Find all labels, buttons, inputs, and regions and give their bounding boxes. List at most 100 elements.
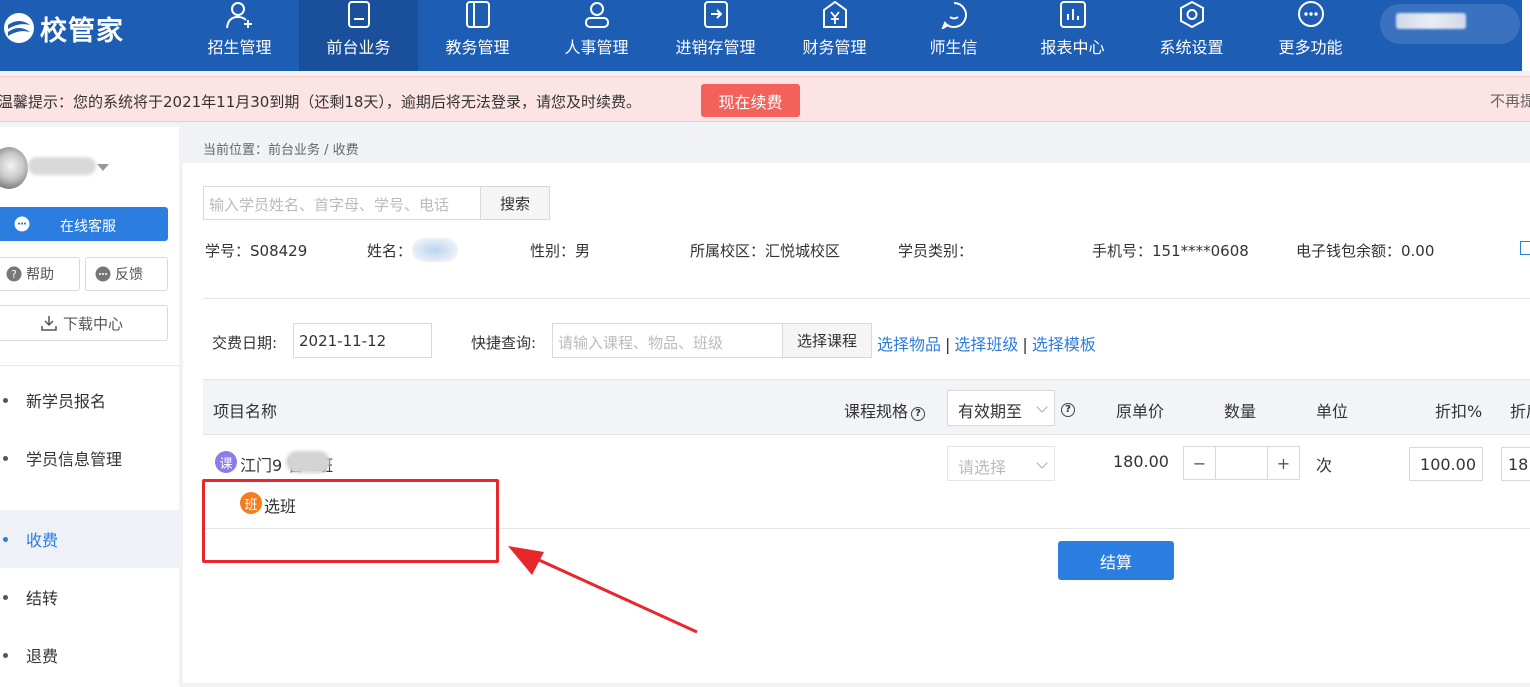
col-discount: 折扣% [1435, 402, 1483, 421]
student-phone: 手机号：151****0608 [1092, 242, 1249, 260]
help-circle-icon[interactable]: ? [911, 407, 926, 421]
online-support-button[interactable]: 在线客服 [0, 207, 168, 241]
nav-label: 报表中心 [1040, 38, 1105, 57]
validity-help: ? [1058, 398, 1075, 417]
student-name-label: 姓名： [367, 242, 413, 260]
chevron-down-icon [1036, 401, 1048, 413]
quantity-stepper[interactable]: − + [1183, 446, 1300, 480]
chevron-down-icon[interactable] [97, 164, 109, 171]
validity-select[interactable]: 有效期至 [947, 390, 1055, 426]
question-icon: ? [6, 266, 22, 282]
student-name-redacted [412, 238, 458, 262]
edit-icon[interactable] [1520, 241, 1530, 255]
col-discounted: 折后 [1510, 402, 1530, 421]
brand-name: 校管家 [40, 15, 124, 47]
increment-button[interactable]: + [1267, 447, 1299, 479]
payment-date-input[interactable]: 2021-11-12 [293, 323, 432, 358]
chat-bubble-icon [14, 216, 30, 232]
bullet [3, 455, 8, 461]
sidebar-item-label: 收费 [26, 531, 59, 550]
nav-item-front-desk[interactable]: 前台业务 [299, 0, 418, 71]
nav-label: 系统设置 [1159, 38, 1224, 57]
main-nav: 招生管理 前台业务 教务管理 人事管理 进销存管理 财务管理 师生信 报表中心 [180, 0, 1370, 71]
choose-course-button[interactable]: 选择课程 [782, 323, 872, 358]
student-campus: 所属校区：汇悦城校区 [690, 242, 841, 260]
book-icon [465, 1, 490, 28]
bullet [3, 397, 8, 403]
dismiss-notice-link[interactable]: 不再提 [1490, 90, 1530, 111]
help-circle-icon[interactable]: ? [1061, 403, 1075, 417]
nav-label: 前台业务 [326, 38, 391, 57]
sidebar-item-transfer[interactable]: 结转 [0, 568, 179, 626]
sidebar-item-label: 新学员报名 [26, 392, 107, 411]
chart-icon [1059, 1, 1086, 28]
sidebar-item-new-enrollment[interactable]: 新学员报名 [0, 371, 179, 429]
nav-item-reports[interactable]: 报表中心 [1013, 0, 1132, 71]
choose-item-link[interactable]: 选择物品 [877, 335, 941, 354]
nav-item-inventory[interactable]: 进销存管理 [656, 0, 775, 71]
sidebar-item-charge[interactable]: 收费 [0, 510, 179, 568]
nav-label: 师生信 [929, 38, 978, 57]
nav-label: 招生管理 [207, 38, 272, 57]
logo-icon [2, 11, 36, 45]
nav-item-finance[interactable]: 财务管理 [775, 0, 894, 71]
discount-input[interactable]: 100.00 [1409, 447, 1483, 481]
chat-icon [941, 2, 967, 29]
nav-item-settings[interactable]: 系统设置 [1132, 0, 1251, 71]
help-button[interactable]: ? 帮助 [0, 257, 80, 291]
items-table-header: 项目名称 课程规格? 有效期至 ? 原单价 数量 单位 折扣% 折后 [203, 379, 1530, 435]
course-spec-select[interactable]: 请选择 [947, 446, 1055, 481]
bullet [3, 652, 8, 658]
sidebar-item-refund[interactable]: 退费 [0, 626, 179, 684]
user-add-icon [225, 2, 252, 29]
quick-search-label: 快捷查询: [471, 334, 537, 352]
link-separator: | [945, 335, 951, 354]
user-name-redacted [28, 157, 96, 175]
expiry-notice-bar: 温馨提示：您的系统将于2021年11月30到期（还剩18天），逾期后将无法登录，… [0, 76, 1530, 122]
breadcrumb: 当前位置：前台业务 / 收费 [203, 143, 359, 158]
validity-select-label: 有效期至 [958, 402, 1023, 421]
choose-template-link[interactable]: 选择模板 [1032, 335, 1096, 354]
quick-search-input[interactable]: 请输入课程、物品、班级 [552, 323, 783, 358]
settle-button[interactable]: 结算 [1058, 541, 1174, 580]
highlight-box [202, 479, 499, 563]
brand-logo[interactable]: 校管家 [0, 8, 124, 48]
nav-item-more[interactable]: 更多功能 [1251, 0, 1370, 71]
col-item-name: 项目名称 [213, 402, 278, 421]
nav-label: 人事管理 [564, 38, 629, 57]
bullet [3, 536, 8, 542]
nav-label: 财务管理 [802, 38, 867, 57]
section-divider [203, 298, 1530, 299]
nav-label: 教务管理 [445, 38, 510, 57]
bullet [3, 594, 8, 600]
download-center-button[interactable]: 下载中心 [0, 305, 168, 341]
search-button[interactable]: 搜索 [480, 186, 550, 220]
exchange-icon [703, 1, 728, 28]
student-id: 学号：S08429 [205, 242, 308, 260]
col-unit-price: 原单价 [1116, 402, 1165, 421]
sidebar-item-student-info[interactable]: 学员信息管理 [0, 429, 179, 487]
expiry-notice-text: 温馨提示：您的系统将于2021年11月30到期（还剩18天），逾期后将无法登录，… [0, 93, 641, 111]
col-course-spec-label: 课程规格 [844, 402, 909, 421]
decrement-button[interactable]: − [1184, 447, 1216, 479]
sidebar-divider [0, 365, 179, 366]
user-name-redacted [1396, 13, 1466, 29]
more-icon [1297, 1, 1324, 27]
nav-item-enrollment[interactable]: 招生管理 [180, 0, 299, 71]
renew-now-button[interactable]: 现在续费 [701, 84, 800, 117]
student-search-input[interactable]: 输入学员姓名、首字母、学号、电话 [203, 186, 481, 220]
choose-class-link[interactable]: 选择班级 [954, 335, 1018, 354]
course-spec-placeholder: 请选择 [958, 458, 1007, 477]
svg-text:?: ? [11, 268, 17, 281]
discounted-price-input[interactable]: 18 [1501, 447, 1530, 481]
sidebar: 在线客服 ? 帮助 反馈 下载中心 新学员报名 学员信息管理 收费 结转 退费 [0, 127, 179, 687]
comment-icon [95, 266, 111, 282]
course-badge: 课 [215, 451, 237, 473]
nav-item-messages[interactable]: 师生信 [894, 0, 1013, 71]
nav-item-academic[interactable]: 教务管理 [418, 0, 537, 71]
avatar[interactable] [0, 147, 28, 189]
chevron-down-icon [1036, 457, 1048, 469]
nav-label: 进销存管理 [675, 38, 756, 57]
nav-item-hr[interactable]: 人事管理 [537, 0, 656, 71]
feedback-button[interactable]: 反馈 [85, 257, 168, 291]
